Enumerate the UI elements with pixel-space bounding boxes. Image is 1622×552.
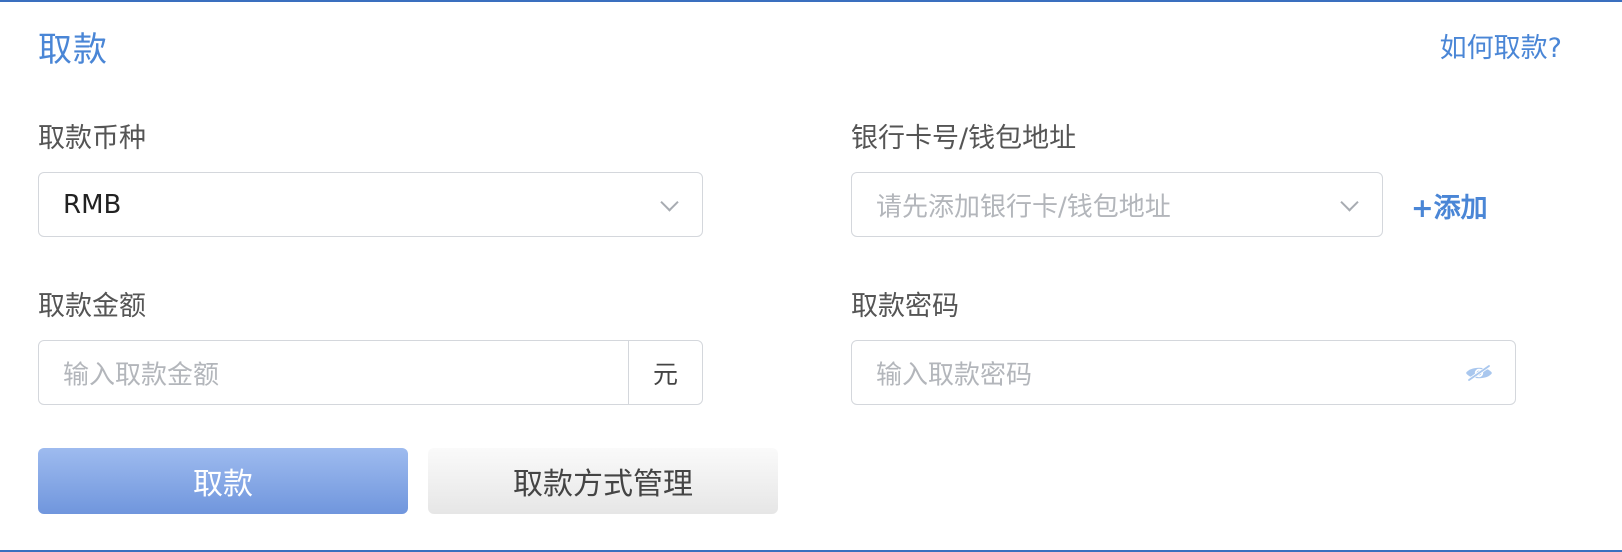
chevron-down-icon — [660, 192, 679, 212]
eye-slash-icon[interactable] — [1465, 363, 1493, 383]
bank-card-select[interactable]: 请先添加银行卡/钱包地址 — [851, 172, 1383, 237]
chevron-down-icon — [1340, 192, 1359, 212]
password-placeholder: 输入取款密码 — [876, 360, 1033, 390]
withdraw-method-management-button[interactable]: 取款方式管理 — [428, 448, 778, 514]
withdraw-panel: 取款 如何取款? 取款币种 RMB 银行卡号/钱包地址 请先添加银行卡/钱包地址… — [0, 0, 1622, 552]
password-input[interactable]: 输入取款密码 — [851, 340, 1516, 405]
amount-placeholder: 输入取款金额 — [63, 360, 220, 390]
amount-unit-addon: 元 — [628, 341, 702, 404]
currency-select[interactable]: RMB — [38, 172, 703, 237]
how-to-withdraw-link[interactable]: 如何取款? — [1440, 26, 1562, 65]
currency-selected-value: RMB — [63, 189, 122, 220]
withdraw-submit-button[interactable]: 取款 — [38, 448, 408, 514]
password-label: 取款密码 — [851, 291, 959, 322]
bank-card-placeholder: 请先添加银行卡/钱包地址 — [876, 192, 1171, 222]
amount-input[interactable]: 输入取款金额 元 — [38, 340, 703, 405]
add-bank-card-link[interactable]: +添加 — [1411, 186, 1488, 225]
amount-label: 取款金额 — [38, 291, 146, 322]
bank-card-label: 银行卡号/钱包地址 — [851, 123, 1077, 154]
currency-label: 取款币种 — [38, 123, 146, 154]
page-title: 取款 — [38, 30, 108, 70]
